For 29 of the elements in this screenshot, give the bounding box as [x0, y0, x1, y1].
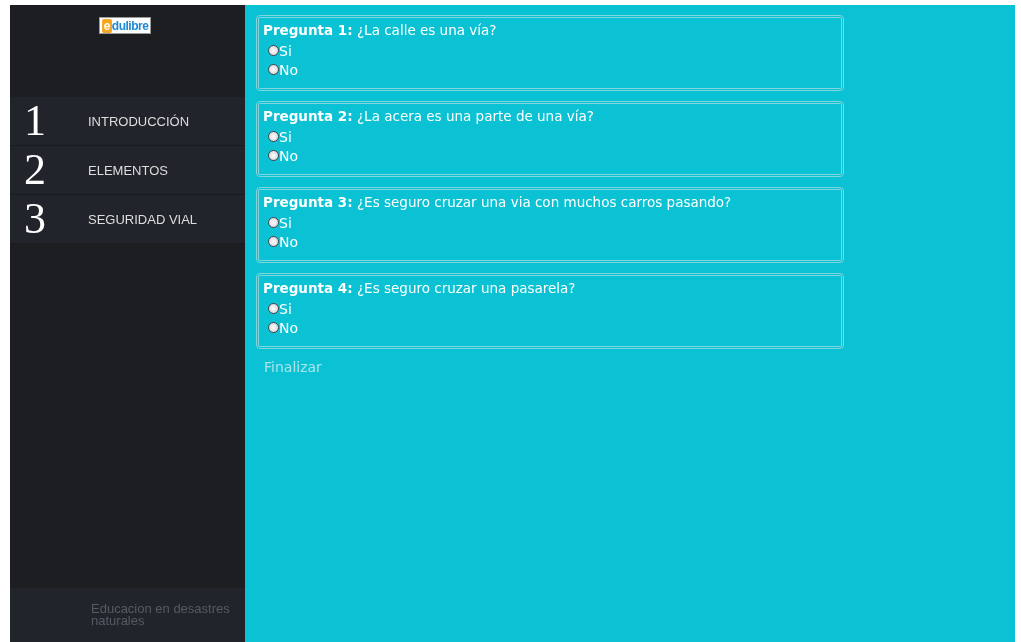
radio-option[interactable]: No	[263, 318, 837, 337]
radio-option[interactable]: Si	[263, 41, 837, 60]
radio-option[interactable]: No	[263, 232, 837, 251]
radio-button[interactable]	[268, 64, 279, 75]
question-text: Pregunta 2: ¿La acera es una parte de una vía?	[263, 108, 595, 124]
sidebar-item[interactable]: 1 INTRODUCCIÓN	[10, 97, 245, 146]
radio-option[interactable]: No	[263, 60, 837, 79]
finish-button[interactable]: Finalizar	[256, 359, 330, 375]
sidebar-item[interactable]: 2 ELEMENTOS	[10, 146, 245, 195]
radio-option[interactable]: No	[263, 146, 837, 165]
radio-button[interactable]	[268, 303, 279, 314]
question-text: Pregunta 4: ¿Es seguro cruzar una pasarela?	[263, 280, 577, 296]
radio-option[interactable]: Si	[263, 127, 837, 146]
radio-button[interactable]	[268, 150, 279, 161]
radio-button[interactable]	[268, 236, 279, 247]
sidebar-item[interactable]: 3 SEGURIDAD VIAL	[10, 195, 245, 244]
question-text: Pregunta 3: ¿Es seguro cruzar una via con muchos carros pasando?	[263, 194, 733, 210]
section-number: 1	[23, 99, 47, 143]
edulibre-logo: e dulibre	[98, 17, 152, 34]
question-text: Pregunta 1: ¿La calle es una vía?	[263, 22, 498, 38]
radio-option[interactable]: Si	[263, 213, 837, 232]
radio-button[interactable]	[268, 322, 279, 333]
radio-option[interactable]: Si	[263, 299, 837, 318]
footer-text: Educacion en desastres naturales	[91, 603, 231, 627]
section-number: 3	[23, 197, 47, 241]
radio-button[interactable]	[268, 45, 279, 56]
section-number: 2	[23, 148, 47, 192]
radio-button[interactable]	[268, 217, 279, 228]
radio-button[interactable]	[268, 131, 279, 142]
